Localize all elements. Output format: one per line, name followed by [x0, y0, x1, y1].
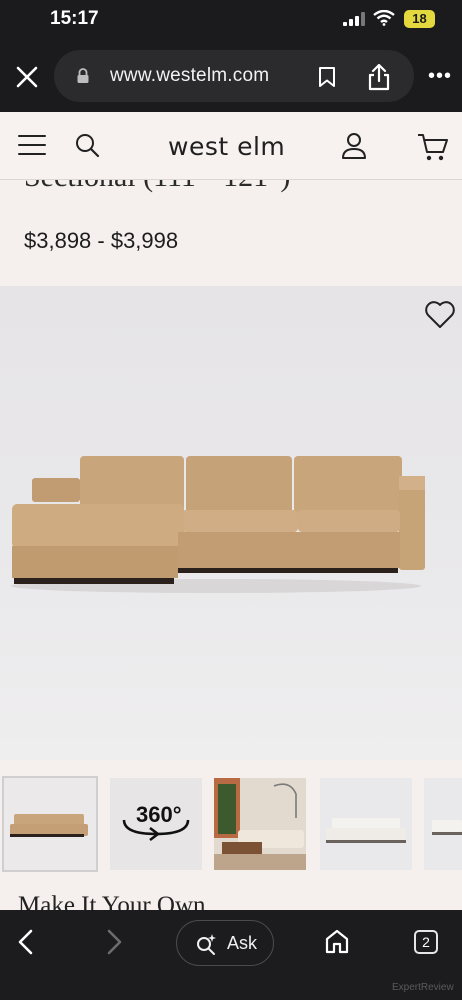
ask-label: Ask — [227, 933, 258, 953]
browser-address-bar: www.westelm.com ••• — [0, 40, 462, 112]
product-price: $3,898 - $3,998 — [24, 228, 179, 253]
tab-switcher-button[interactable]: 2 — [414, 930, 438, 954]
360-label: 360° — [136, 802, 182, 827]
home-icon[interactable] — [324, 928, 350, 954]
bookmark-icon[interactable] — [316, 66, 338, 88]
status-bar: 15:17 18 — [0, 0, 462, 40]
product-image[interactable] — [0, 286, 462, 760]
ask-button[interactable]: Ask — [176, 920, 274, 966]
browser-toolbar: Ask 2 ExpertReview — [0, 910, 462, 1000]
heart-icon[interactable] — [424, 300, 456, 330]
account-icon[interactable] — [341, 132, 367, 160]
more-options-icon[interactable]: ••• — [428, 66, 454, 86]
search-icon[interactable] — [74, 132, 100, 158]
url-text: www.westelm.com — [110, 65, 270, 86]
site-header: west elm — [0, 112, 462, 180]
thumbnail-white-sofa[interactable] — [320, 778, 412, 870]
ask-sparkle-search-icon — [197, 934, 216, 955]
menu-icon[interactable] — [18, 134, 46, 156]
thumbnail-1[interactable] — [2, 776, 98, 872]
url-field[interactable]: www.westelm.com — [54, 50, 414, 102]
thumbnail-5[interactable] — [424, 778, 462, 870]
sofa-image — [11, 456, 425, 593]
share-icon[interactable] — [366, 63, 392, 91]
battery-indicator: 18 — [404, 10, 435, 28]
watermark: ExpertReview — [392, 982, 454, 993]
forward-arrow-icon[interactable] — [104, 928, 126, 956]
site-logo[interactable]: west elm — [168, 132, 285, 161]
wifi-icon — [373, 10, 395, 26]
close-icon[interactable] — [14, 64, 40, 90]
image-thumbnails: 360° — [0, 772, 462, 872]
status-time: 15:17 — [50, 8, 99, 29]
lock-icon — [77, 68, 89, 83]
cellular-signal-icon — [343, 12, 365, 26]
cart-icon[interactable] — [417, 132, 449, 162]
web-page: west elm Sectional (111"–121") $3,898 - … — [0, 112, 462, 922]
back-arrow-icon[interactable] — [14, 928, 36, 956]
thumbnail-360-view[interactable]: 360° — [110, 778, 202, 870]
thumbnail-room-scene[interactable] — [214, 778, 306, 870]
